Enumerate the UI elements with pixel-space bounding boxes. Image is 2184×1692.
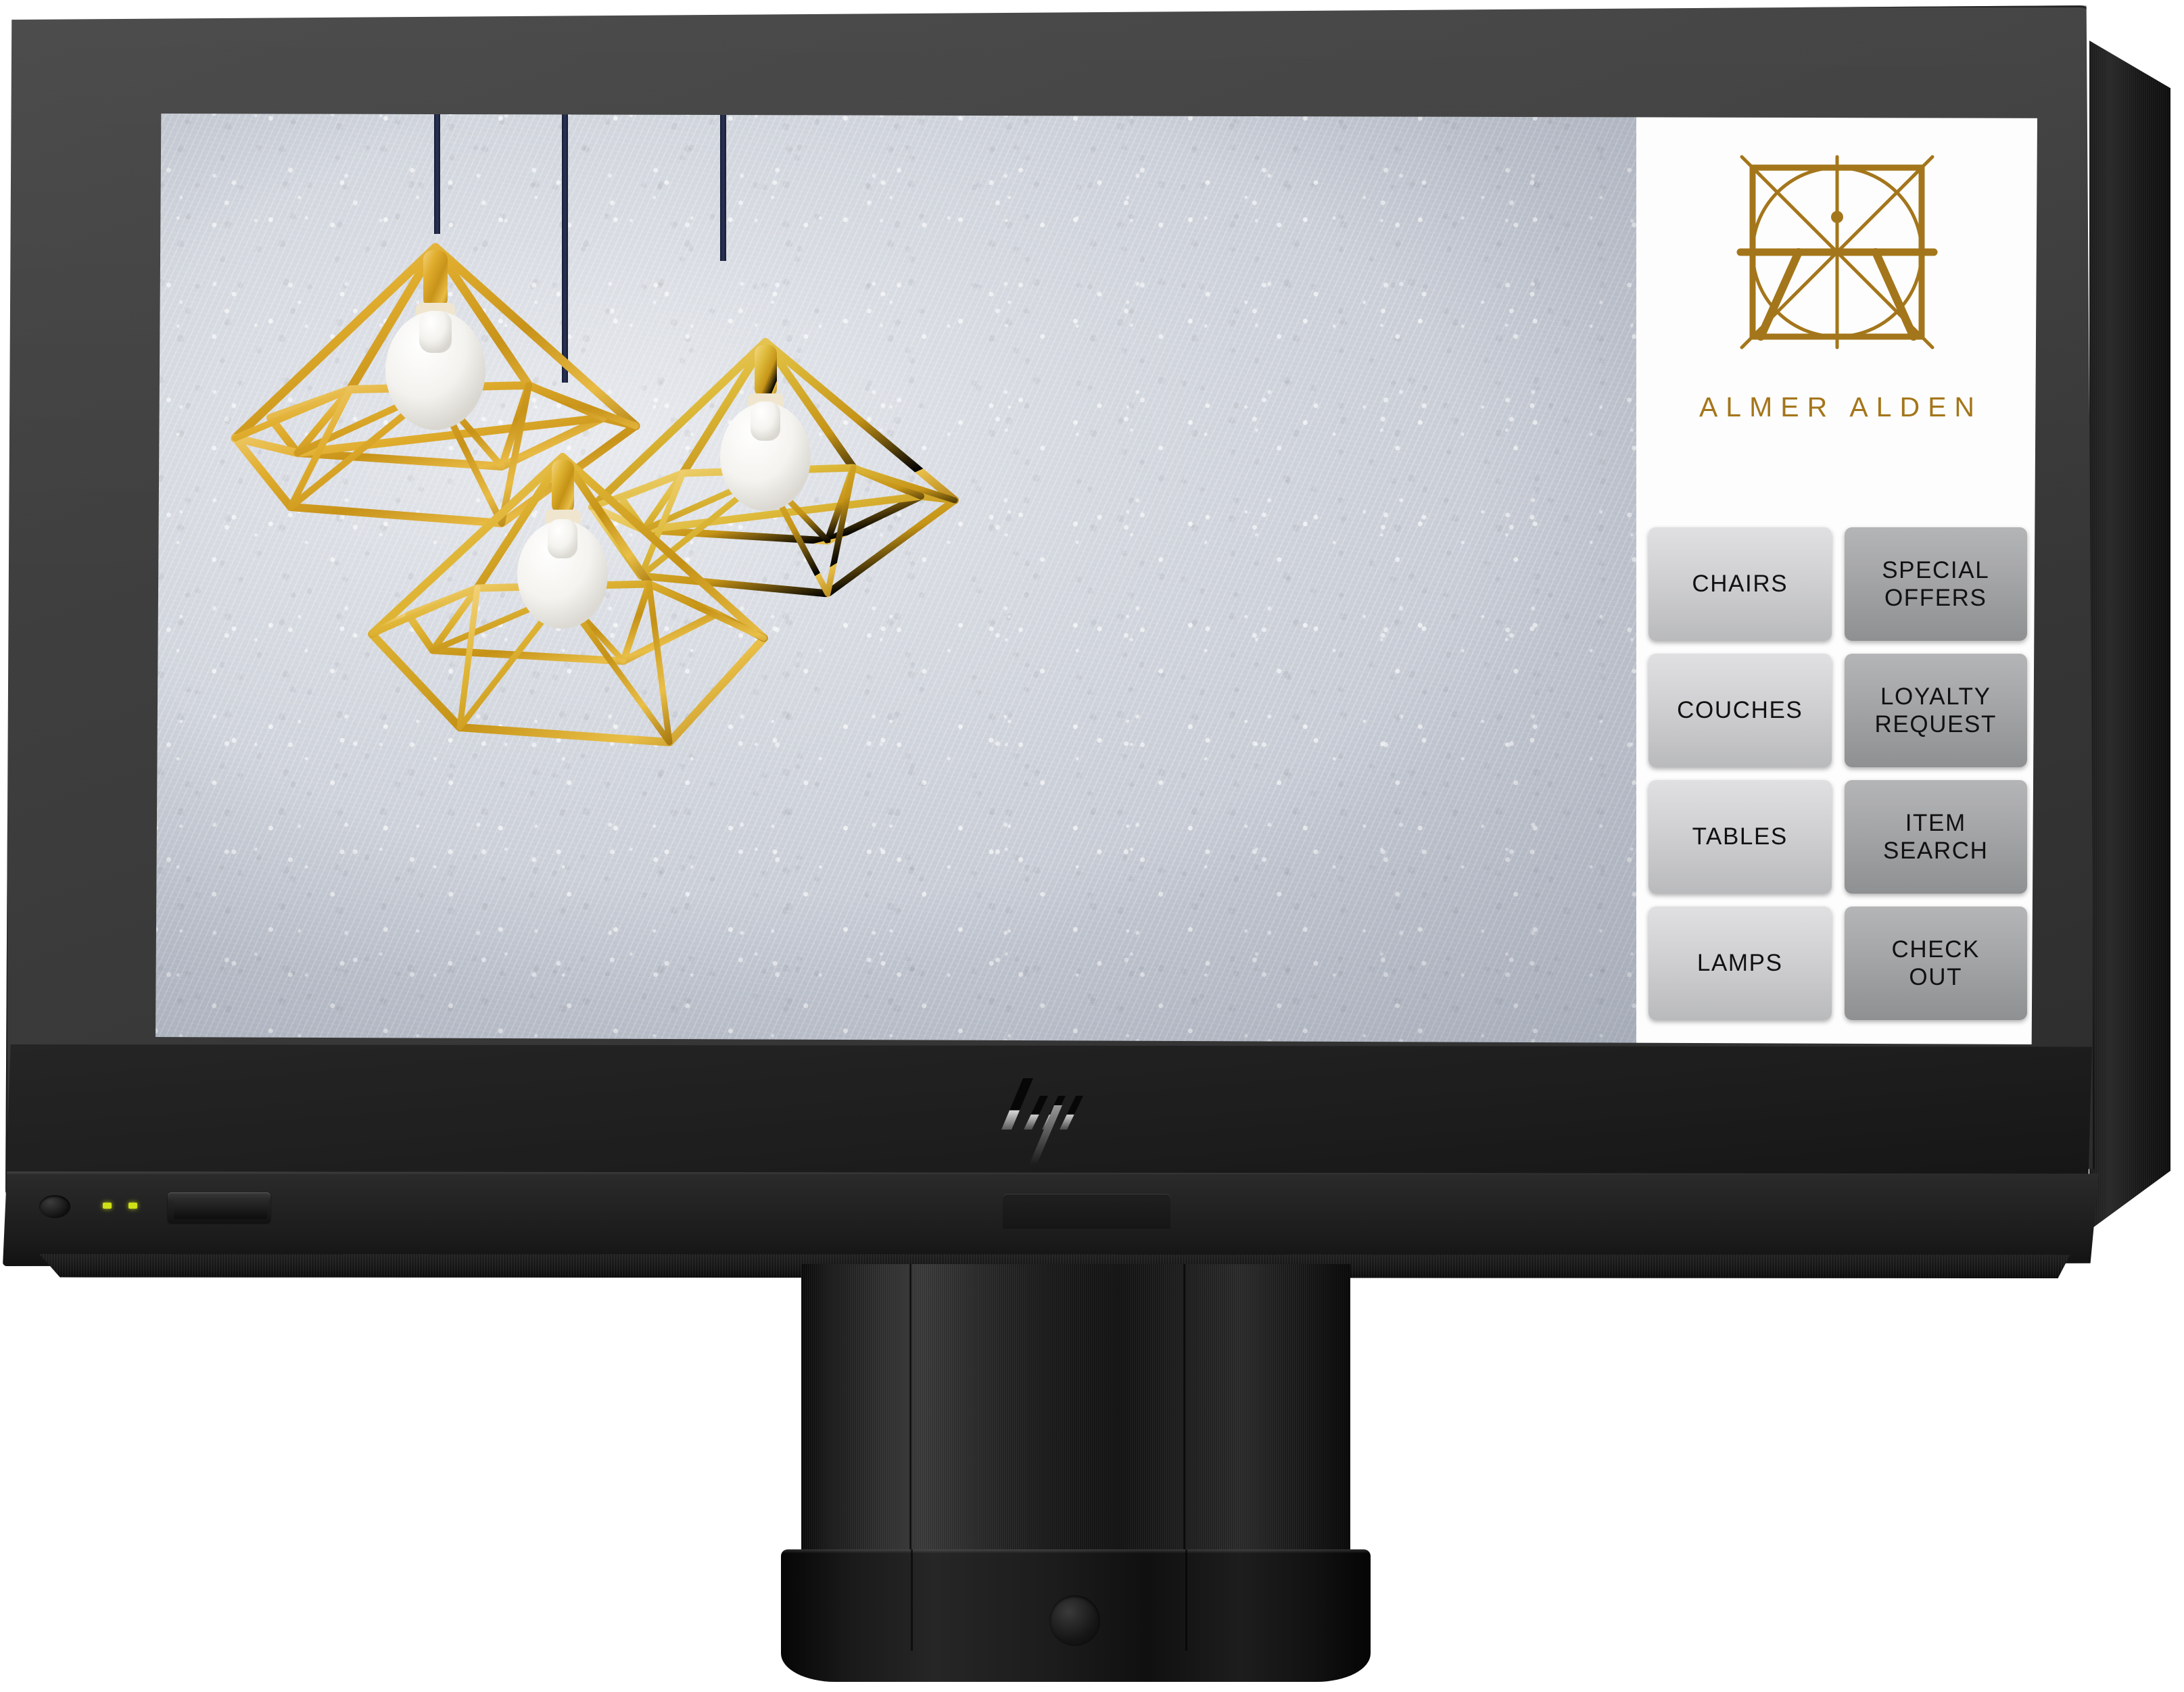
stand-ring-seam-right xyxy=(1185,1549,1187,1651)
audio-port[interactable] xyxy=(39,1195,70,1218)
stand-ring-seam-left xyxy=(911,1549,913,1651)
pos-button-tables[interactable]: TABLES xyxy=(1648,780,1832,894)
hp-logo-icon xyxy=(994,1063,1110,1183)
stand-column xyxy=(801,1264,1350,1578)
card-reader-slot[interactable] xyxy=(168,1192,270,1223)
monitor-rear-chassis xyxy=(2089,41,2170,1230)
stand-seam-left xyxy=(909,1264,911,1578)
pos-button-chairs[interactable]: CHAIRS xyxy=(1648,527,1832,641)
brand-name: ALMER ALDEN xyxy=(1699,391,1983,422)
monitor-device: ALMER ALDEN CHAIRS SPECIAL OFFERS COUCHES… xyxy=(0,0,2184,1692)
chassis-texture xyxy=(2089,41,2170,1230)
stand-column-grain xyxy=(801,1264,1350,1578)
status-led-2 xyxy=(128,1203,137,1209)
stand-release-button[interactable] xyxy=(1049,1595,1100,1646)
stand-seam-right xyxy=(1183,1264,1185,1578)
stand-ring-highlight xyxy=(781,1549,1371,1553)
pos-button-item-search[interactable]: ITEM SEARCH xyxy=(1844,780,2027,894)
display-screen: ALMER ALDEN CHAIRS SPECIAL OFFERS COUCHES… xyxy=(156,114,2037,1044)
status-led-1 xyxy=(103,1203,112,1209)
stand-mount-notch xyxy=(1003,1194,1170,1229)
pos-button-couches[interactable]: COUCHES xyxy=(1648,654,1832,767)
pos-button-loyalty-request[interactable]: LOYALTY REQUEST xyxy=(1844,654,2027,767)
pos-button-check-out[interactable]: CHECK OUT xyxy=(1844,907,2027,1020)
pos-side-panel: ALMER ALDEN CHAIRS SPECIAL OFFERS COUCHES… xyxy=(1636,114,2037,1044)
pos-button-grid: CHAIRS SPECIAL OFFERS COUCHES LOYALTY REQU… xyxy=(1648,527,2027,1020)
almer-alden-logo-icon xyxy=(1712,132,1962,379)
wallpaper-photo xyxy=(156,114,1636,1044)
photo-vignette xyxy=(156,114,1636,1044)
pos-button-special-offers[interactable]: SPECIAL OFFERS xyxy=(1844,527,2027,641)
pos-button-lamps[interactable]: LAMPS xyxy=(1648,907,1832,1020)
card-reader-slot-inner xyxy=(174,1198,267,1219)
brand-block: ALMER ALDEN xyxy=(1636,132,2037,423)
